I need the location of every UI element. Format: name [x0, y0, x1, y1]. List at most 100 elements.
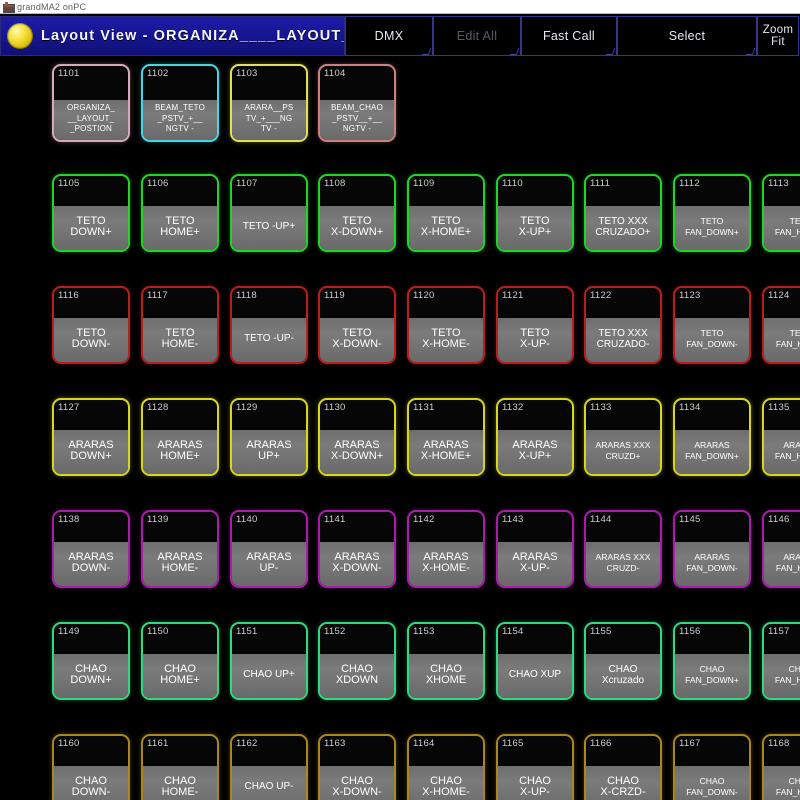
- layout-cell[interactable]: 1163CHAO X-DOWN-: [318, 734, 396, 800]
- layout-cell[interactable]: 1129ARARAS UP+: [230, 398, 308, 476]
- layout-cell[interactable]: 1110TETO X-UP+: [496, 174, 574, 252]
- layout-canvas[interactable]: 1101ORGANIZA_ __LAYOUT_ _POSTION1102BEAM…: [0, 56, 800, 800]
- layout-cell-id: 1168: [764, 736, 800, 766]
- layout-cell[interactable]: 1162CHAO UP-: [230, 734, 308, 800]
- layout-cell[interactable]: 1151CHAO UP+: [230, 622, 308, 700]
- edit-all-button-label: Edit All: [457, 29, 498, 43]
- layout-cell[interactable]: 1154CHAO XUP: [496, 622, 574, 700]
- layout-cell[interactable]: 1144ARARAS XXX CRUZD-: [584, 510, 662, 588]
- layout-cell[interactable]: 1102BEAM_TETO _PSTV_+__ NGTV -: [141, 64, 219, 142]
- layout-cell[interactable]: 1106TETO HOME+: [141, 174, 219, 252]
- layout-cell[interactable]: 1121TETO X-UP-: [496, 286, 574, 364]
- fast-call-button[interactable]: Fast Call: [521, 16, 617, 56]
- layout-cell[interactable]: 1164CHAO X-HOME-: [407, 734, 485, 800]
- layout-cell[interactable]: 1146ARARAS FAN_HOME-: [762, 510, 800, 588]
- layout-cell[interactable]: 1140ARARAS UP-: [230, 510, 308, 588]
- layout-cell[interactable]: 1156CHAO FAN_DOWN+: [673, 622, 751, 700]
- layout-cell-label: CHAO X-DOWN-: [320, 766, 394, 800]
- layout-cell[interactable]: 1161CHAO HOME-: [141, 734, 219, 800]
- layout-cell-id: 1153: [409, 624, 483, 654]
- layout-cell-label: ARARAS X-UP+: [498, 430, 572, 474]
- layout-cell[interactable]: 1111TETO XXX CRUZADO+: [584, 174, 662, 252]
- layout-cell[interactable]: 1145ARARAS FAN_DOWN-: [673, 510, 751, 588]
- layout-cell-label: TETO X-DOWN+: [320, 206, 394, 250]
- layout-cell-id: 1133: [586, 400, 660, 430]
- layout-cell[interactable]: 1143ARARAS X-UP-: [496, 510, 574, 588]
- layout-cell-label: TETO HOME-: [143, 318, 217, 362]
- layout-cell[interactable]: 1152CHAO XDOWN: [318, 622, 396, 700]
- layout-cell-label: CHAO XDOWN: [320, 654, 394, 698]
- layout-cell-id: 1140: [232, 512, 306, 542]
- layout-cell[interactable]: 1116TETO DOWN-: [52, 286, 130, 364]
- edit-all-button[interactable]: Edit All: [433, 16, 521, 56]
- layout-cell-label: CHAO HOME+: [143, 654, 217, 698]
- layout-cell[interactable]: 1128ARARAS HOME+: [141, 398, 219, 476]
- layout-cell[interactable]: 1105TETO DOWN+: [52, 174, 130, 252]
- layout-cell[interactable]: 1118TETO -UP-: [230, 286, 308, 364]
- layout-cell-label: TETO DOWN-: [54, 318, 128, 362]
- layout-cell[interactable]: 1131ARARAS X-HOME+: [407, 398, 485, 476]
- layout-cell[interactable]: 1103ARARA__PS TV_+___NG TV -: [230, 64, 308, 142]
- layout-cell[interactable]: 1127ARARAS DOWN+: [52, 398, 130, 476]
- layout-cell-id: 1134: [675, 400, 749, 430]
- layout-cell-label: TETO XXX CRUZADO+: [586, 206, 660, 250]
- layout-cell[interactable]: 1135ARARAS FAN_HOME+: [762, 398, 800, 476]
- layout-cell-label: CHAO XHOME: [409, 654, 483, 698]
- layout-cell[interactable]: 1130ARARAS X-DOWN+: [318, 398, 396, 476]
- layout-cell-label: TETO X-HOME-: [409, 318, 483, 362]
- layout-cell[interactable]: 1104BEAM_CHAO _PSTV__+__ NGTV -: [318, 64, 396, 142]
- chao-positive-row: 1149CHAO DOWN+1150CHAO HOME+1151CHAO UP+…: [0, 622, 800, 734]
- layout-cell[interactable]: 1108TETO X-DOWN+: [318, 174, 396, 252]
- app-icon: [3, 2, 13, 12]
- layout-cell[interactable]: 1166CHAO X-CRZD-: [584, 734, 662, 800]
- layout-cell-id: 1135: [764, 400, 800, 430]
- layout-cell[interactable]: 1139ARARAS HOME-: [141, 510, 219, 588]
- window-title-bar[interactable]: Layout View - ORGANIZA____LAYOUT____POS: [0, 16, 345, 56]
- layout-cell[interactable]: 1119TETO X-DOWN-: [318, 286, 396, 364]
- layout-cell[interactable]: 1157CHAO FAN_HOME+: [762, 622, 800, 700]
- layout-cell[interactable]: 1123TETO FAN_DOWN-: [673, 286, 751, 364]
- layout-cell[interactable]: 1141ARARAS X-DOWN-: [318, 510, 396, 588]
- layout-cell-id: 1116: [54, 288, 128, 318]
- layout-cell[interactable]: 1112TETO FAN_DOWN+: [673, 174, 751, 252]
- dmx-button[interactable]: DMX: [345, 16, 433, 56]
- layout-cell[interactable]: 1132ARARAS X-UP+: [496, 398, 574, 476]
- layout-cell[interactable]: 1138ARARAS DOWN-: [52, 510, 130, 588]
- layout-cell-label: ARARAS X-HOME-: [409, 542, 483, 586]
- layout-cell-label: BEAM_TETO _PSTV_+__ NGTV -: [143, 100, 217, 140]
- layout-cell[interactable]: 1109TETO X-HOME+: [407, 174, 485, 252]
- layout-cell-id: 1160: [54, 736, 128, 766]
- layout-cell[interactable]: 1101ORGANIZA_ __LAYOUT_ _POSTION: [52, 64, 130, 142]
- layout-cell[interactable]: 1160CHAO DOWN-: [52, 734, 130, 800]
- layout-cell-label: CHAO XUP: [498, 654, 572, 698]
- layout-cell[interactable]: 1134ARARAS FAN_DOWN+: [673, 398, 751, 476]
- layout-cell[interactable]: 1153CHAO XHOME: [407, 622, 485, 700]
- layout-cell-id: 1151: [232, 624, 306, 654]
- layout-cell[interactable]: 1142ARARAS X-HOME-: [407, 510, 485, 588]
- layout-cell-label: CHAO DOWN+: [54, 654, 128, 698]
- layout-cell[interactable]: 1120TETO X-HOME-: [407, 286, 485, 364]
- layout-cell[interactable]: 1122TETO XXX CRUZADO-: [584, 286, 662, 364]
- layout-cell-label: ARARA__PS TV_+___NG TV -: [232, 100, 306, 140]
- layout-cell-id: 1111: [586, 176, 660, 206]
- layout-cell[interactable]: 1167CHAO FAN_DOWN-: [673, 734, 751, 800]
- layout-cell-id: 1119: [320, 288, 394, 318]
- layout-cell[interactable]: 1107TETO -UP+: [230, 174, 308, 252]
- select-button[interactable]: Select: [617, 16, 757, 56]
- layout-cell[interactable]: 1113TETO FAN_HOME+: [762, 174, 800, 252]
- layout-cell[interactable]: 1155CHAO Xcruzado: [584, 622, 662, 700]
- layout-cell[interactable]: 1124TETO FAN_HOME-: [762, 286, 800, 364]
- layout-cell-id: 1107: [232, 176, 306, 206]
- layout-cell-id: 1164: [409, 736, 483, 766]
- layout-cell-label: CHAO FAN_DOWN-: [675, 766, 749, 800]
- layout-cell-id: 1149: [54, 624, 128, 654]
- layout-cell-label: CHAO FAN_DOWN+: [675, 654, 749, 698]
- layout-cell[interactable]: 1133ARARAS XXX CRUZD+: [584, 398, 662, 476]
- layout-cell[interactable]: 1149CHAO DOWN+: [52, 622, 130, 700]
- layout-cell[interactable]: 1150CHAO HOME+: [141, 622, 219, 700]
- zoom-fit-button[interactable]: Zoom Fit: [757, 16, 799, 56]
- layout-cell[interactable]: 1117TETO HOME-: [141, 286, 219, 364]
- layout-cell-id: 1131: [409, 400, 483, 430]
- layout-cell[interactable]: 1165CHAO X-UP-: [496, 734, 574, 800]
- layout-cell[interactable]: 1168CHAO FAN_HOME-: [762, 734, 800, 800]
